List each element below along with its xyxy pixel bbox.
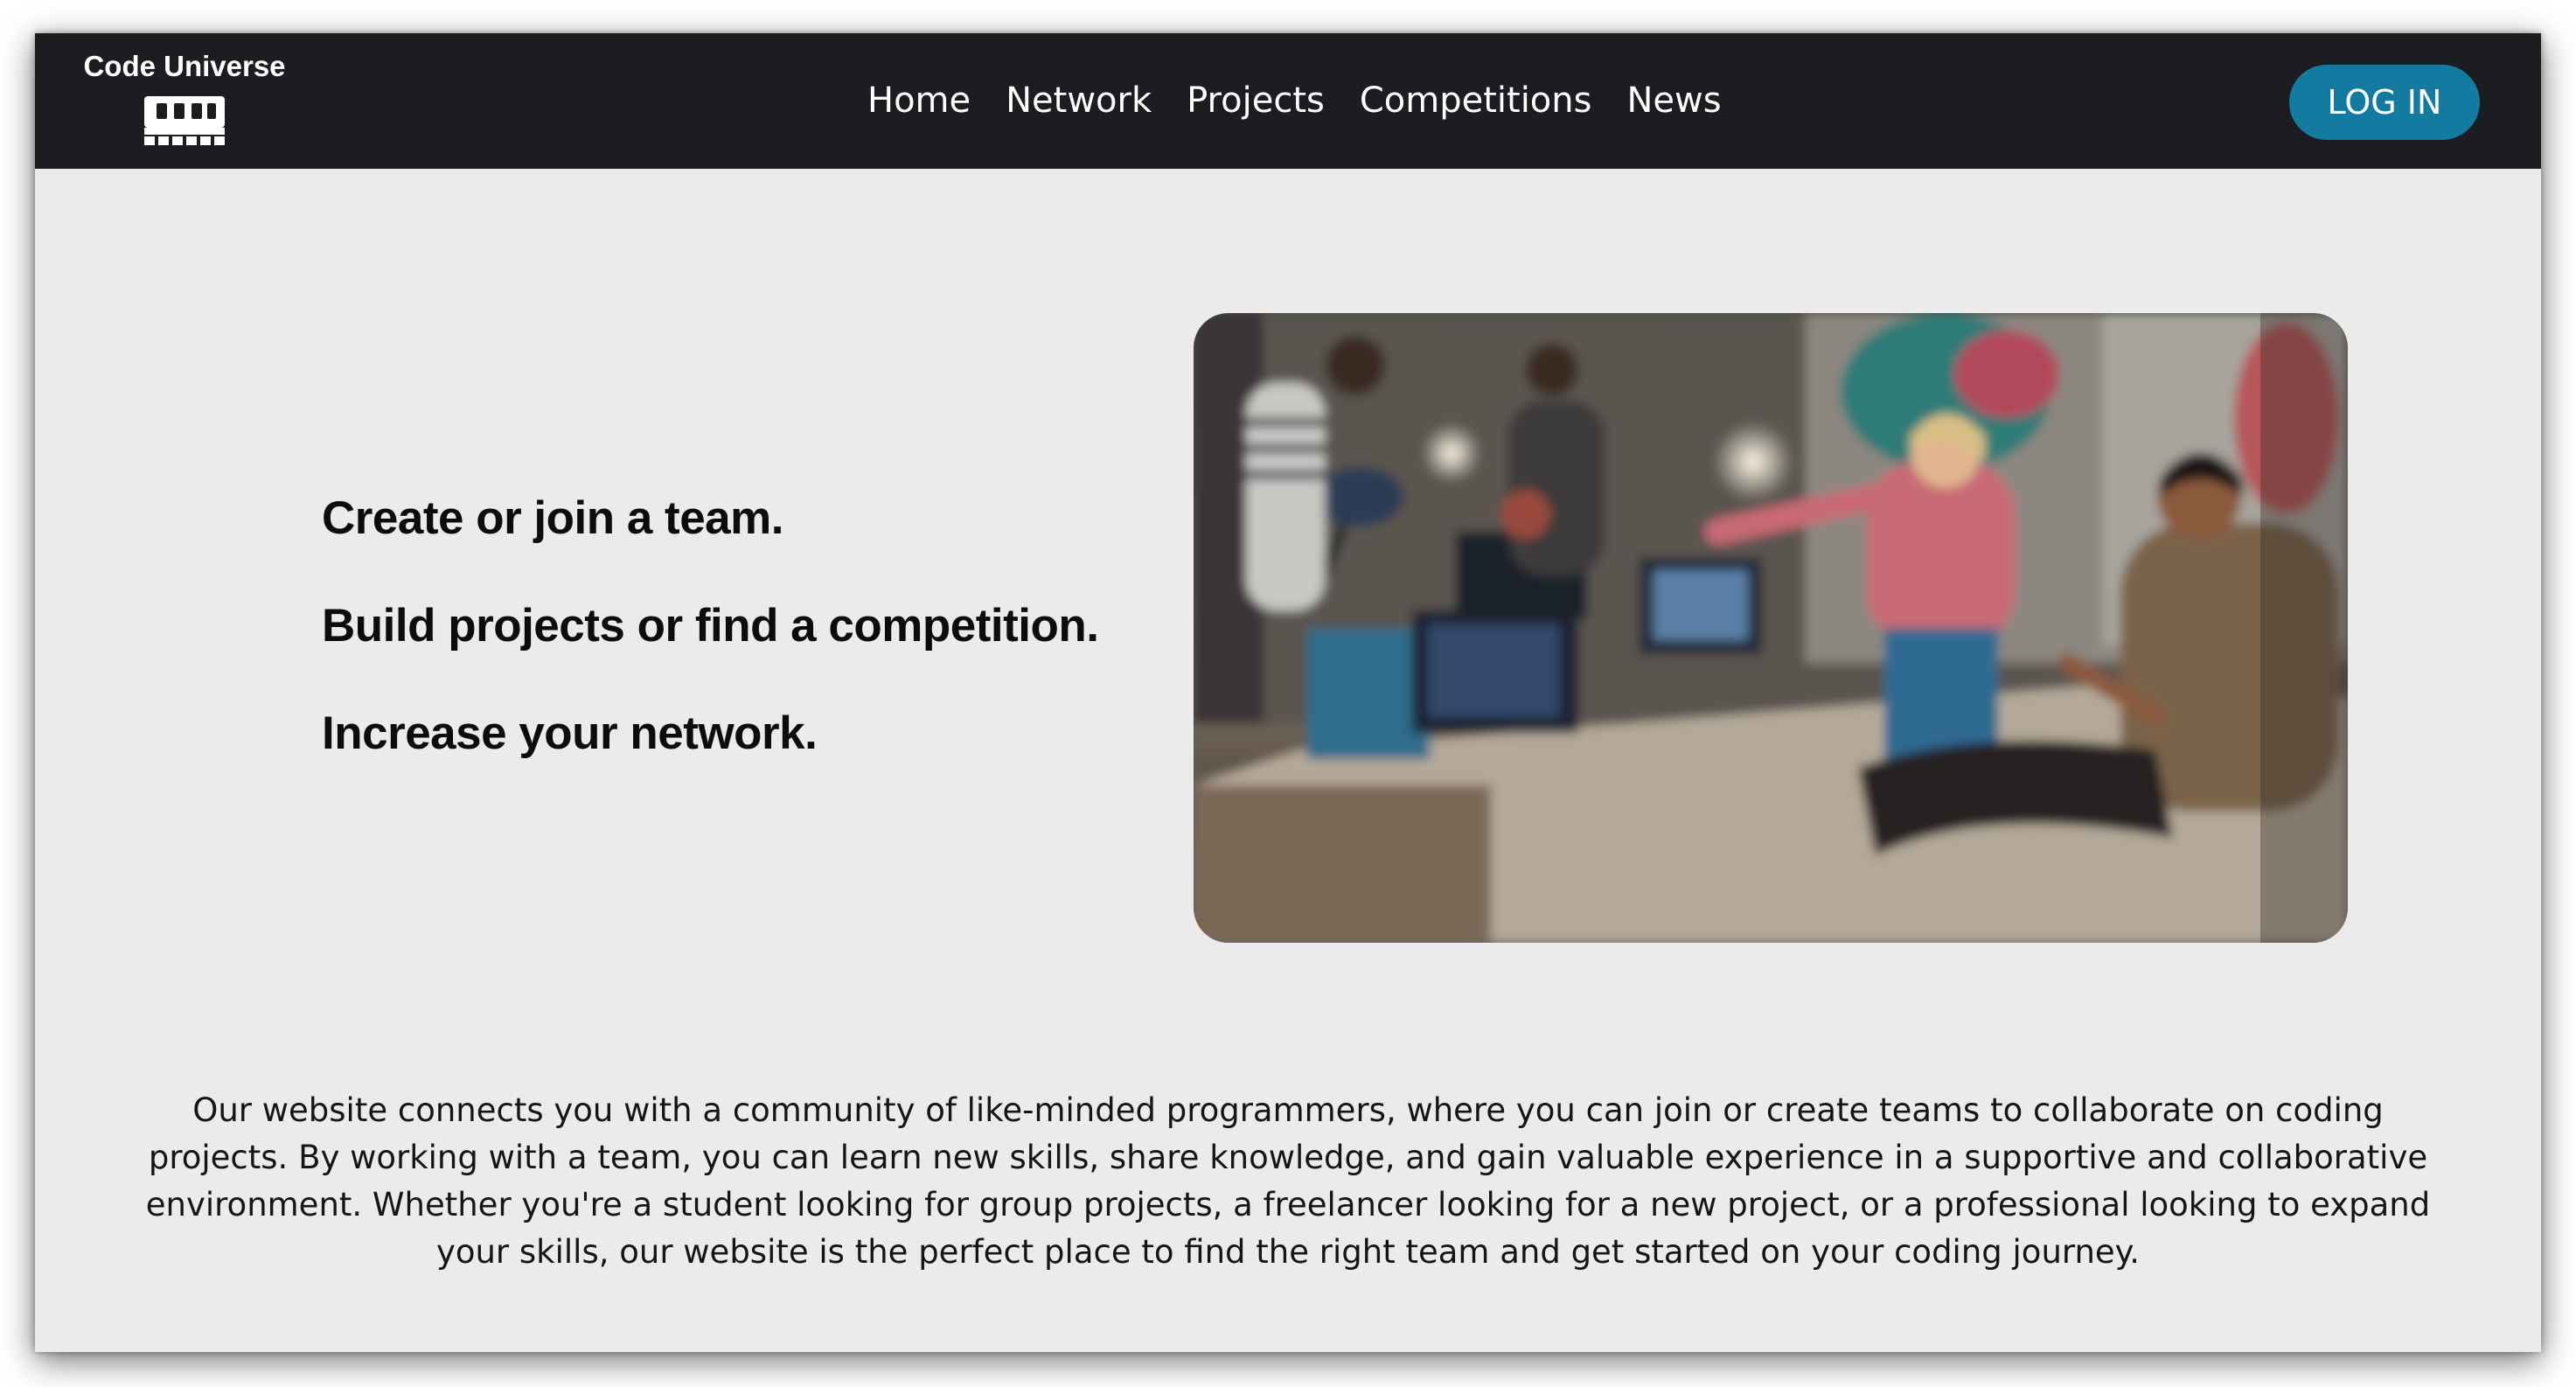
navbar: Code Universe Home Network Projects Comp…: [35, 33, 2541, 169]
login-button[interactable]: LOG IN: [2289, 65, 2480, 140]
nav-link-projects[interactable]: Projects: [1187, 76, 1325, 125]
brand-logo[interactable]: Code Universe: [83, 49, 286, 156]
main-nav: Home Network Projects Competitions News: [867, 76, 1722, 125]
tagline-network: Increase your network.: [322, 707, 818, 759]
tagline-team: Create or join a team.: [322, 492, 784, 544]
nav-link-competitions[interactable]: Competitions: [1360, 76, 1592, 125]
hero-taglines: Create or join a team. Build projects or…: [322, 488, 1126, 764]
brand-name: Code Universe: [83, 50, 286, 82]
memory-chip-icon: [144, 96, 225, 145]
nav-link-network[interactable]: Network: [1006, 76, 1152, 125]
browser-window: Code Universe Home Network Projects Comp…: [35, 33, 2541, 1352]
nav-link-news[interactable]: News: [1626, 76, 1721, 125]
nav-link-home[interactable]: Home: [867, 76, 971, 125]
site-description: Our website connects you with a communit…: [145, 1091, 2431, 1271]
tagline-projects: Build projects or find a competition.: [322, 600, 1099, 652]
hero-team-photo: [1194, 313, 2348, 943]
